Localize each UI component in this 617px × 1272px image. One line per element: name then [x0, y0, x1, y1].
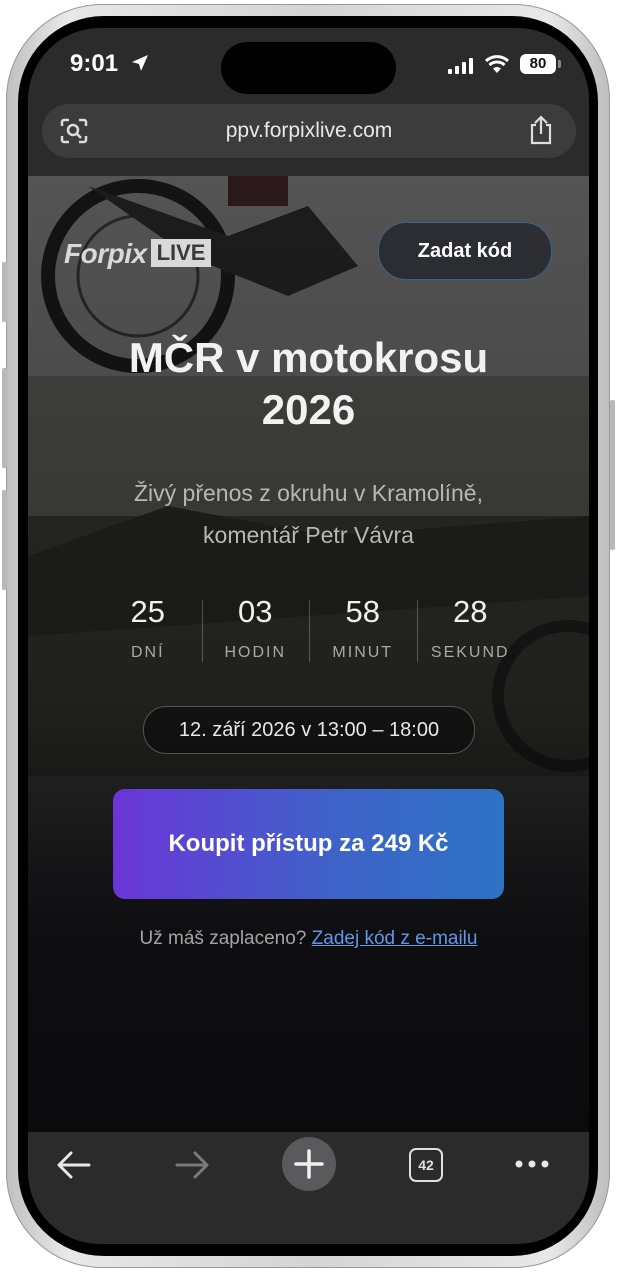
countdown-value: 25	[130, 594, 165, 629]
countdown-value: 58	[345, 594, 380, 629]
enter-email-code-link[interactable]: Zadej kód z e-mailu	[312, 928, 478, 949]
forpix-live-logo[interactable]: Forpix LIVE	[64, 238, 212, 270]
already-paid-line: Už máš zaplaceno? Zadej kód z e-mailu	[28, 928, 589, 950]
tabs-icon[interactable]: 42	[409, 1148, 443, 1182]
event-title-line: MČR v motokrosu	[128, 334, 489, 381]
more-icon[interactable]	[514, 1158, 550, 1170]
countdown-seconds: 28 SEKUND	[416, 592, 525, 672]
wifi-icon	[484, 55, 510, 73]
event-subtitle-line: komentář Petr Vávra	[203, 522, 414, 548]
countdown-label: DNÍ	[130, 644, 165, 661]
countdown-label: HODIN	[224, 644, 287, 661]
browser-toolbar: 42	[28, 1132, 589, 1244]
url-text: ppv.forpixlive.com	[225, 119, 393, 142]
battery-indicator: 80	[520, 54, 556, 74]
countdown-hours: 03 HODIN	[201, 592, 310, 672]
already-paid-text: Už máš zaplaceno?	[139, 928, 307, 949]
battery-tip	[558, 60, 561, 68]
forward-arrow-icon[interactable]	[174, 1150, 210, 1180]
event-title-line: 2026	[261, 386, 356, 433]
buy-access-button[interactable]: Koupit přístup za 249 Kč	[113, 789, 504, 899]
new-tab-plus-icon[interactable]	[281, 1136, 337, 1192]
browser-address-bar: ppv.forpixlive.com	[28, 104, 589, 176]
status-bar: 9:01 80	[28, 28, 589, 104]
countdown-days: 25 DNÍ	[94, 592, 202, 672]
web-page: Forpix LIVE Zadat kód MČR v motokrosu 202…	[28, 176, 589, 1132]
countdown-label: SEKUND	[430, 644, 510, 661]
countdown-value: 28	[453, 594, 488, 629]
signal-icon	[448, 58, 473, 74]
event-date-badge: 12. září 2026 v 13:00 – 18:00	[143, 706, 475, 754]
enter-code-button[interactable]: Zadat kód	[378, 222, 552, 280]
logo-text: Forpix	[64, 238, 147, 269]
screen: 9:01 80 ppv.forpixlive.com Forpix LIVE Z…	[28, 28, 589, 1244]
status-time: 9:01	[70, 50, 119, 77]
countdown-timer: 25 DNÍ 03 HODIN 58 MINUT 28 SEKUND	[94, 592, 524, 672]
volume-button	[2, 262, 7, 322]
volume-button	[2, 368, 7, 468]
dynamic-island	[221, 42, 396, 94]
countdown-value: 03	[238, 594, 273, 629]
url-field[interactable]: ppv.forpixlive.com	[42, 104, 576, 158]
countdown-label: MINUT	[332, 644, 394, 661]
event-subtitle-line: Živý přenos z okruhu v Kramolíně,	[134, 480, 483, 506]
event-subtitle: Živý přenos z okruhu v Kramolíně, koment…	[88, 472, 529, 556]
share-icon[interactable]	[528, 115, 554, 145]
countdown-minutes: 58 MINUT	[309, 592, 417, 672]
location-arrow-icon	[132, 55, 148, 71]
back-arrow-icon[interactable]	[56, 1150, 92, 1180]
power-button	[610, 400, 615, 550]
event-title: MČR v motokrosu 2026	[68, 332, 549, 436]
volume-button	[2, 490, 7, 590]
logo-badge: LIVE	[150, 239, 212, 267]
